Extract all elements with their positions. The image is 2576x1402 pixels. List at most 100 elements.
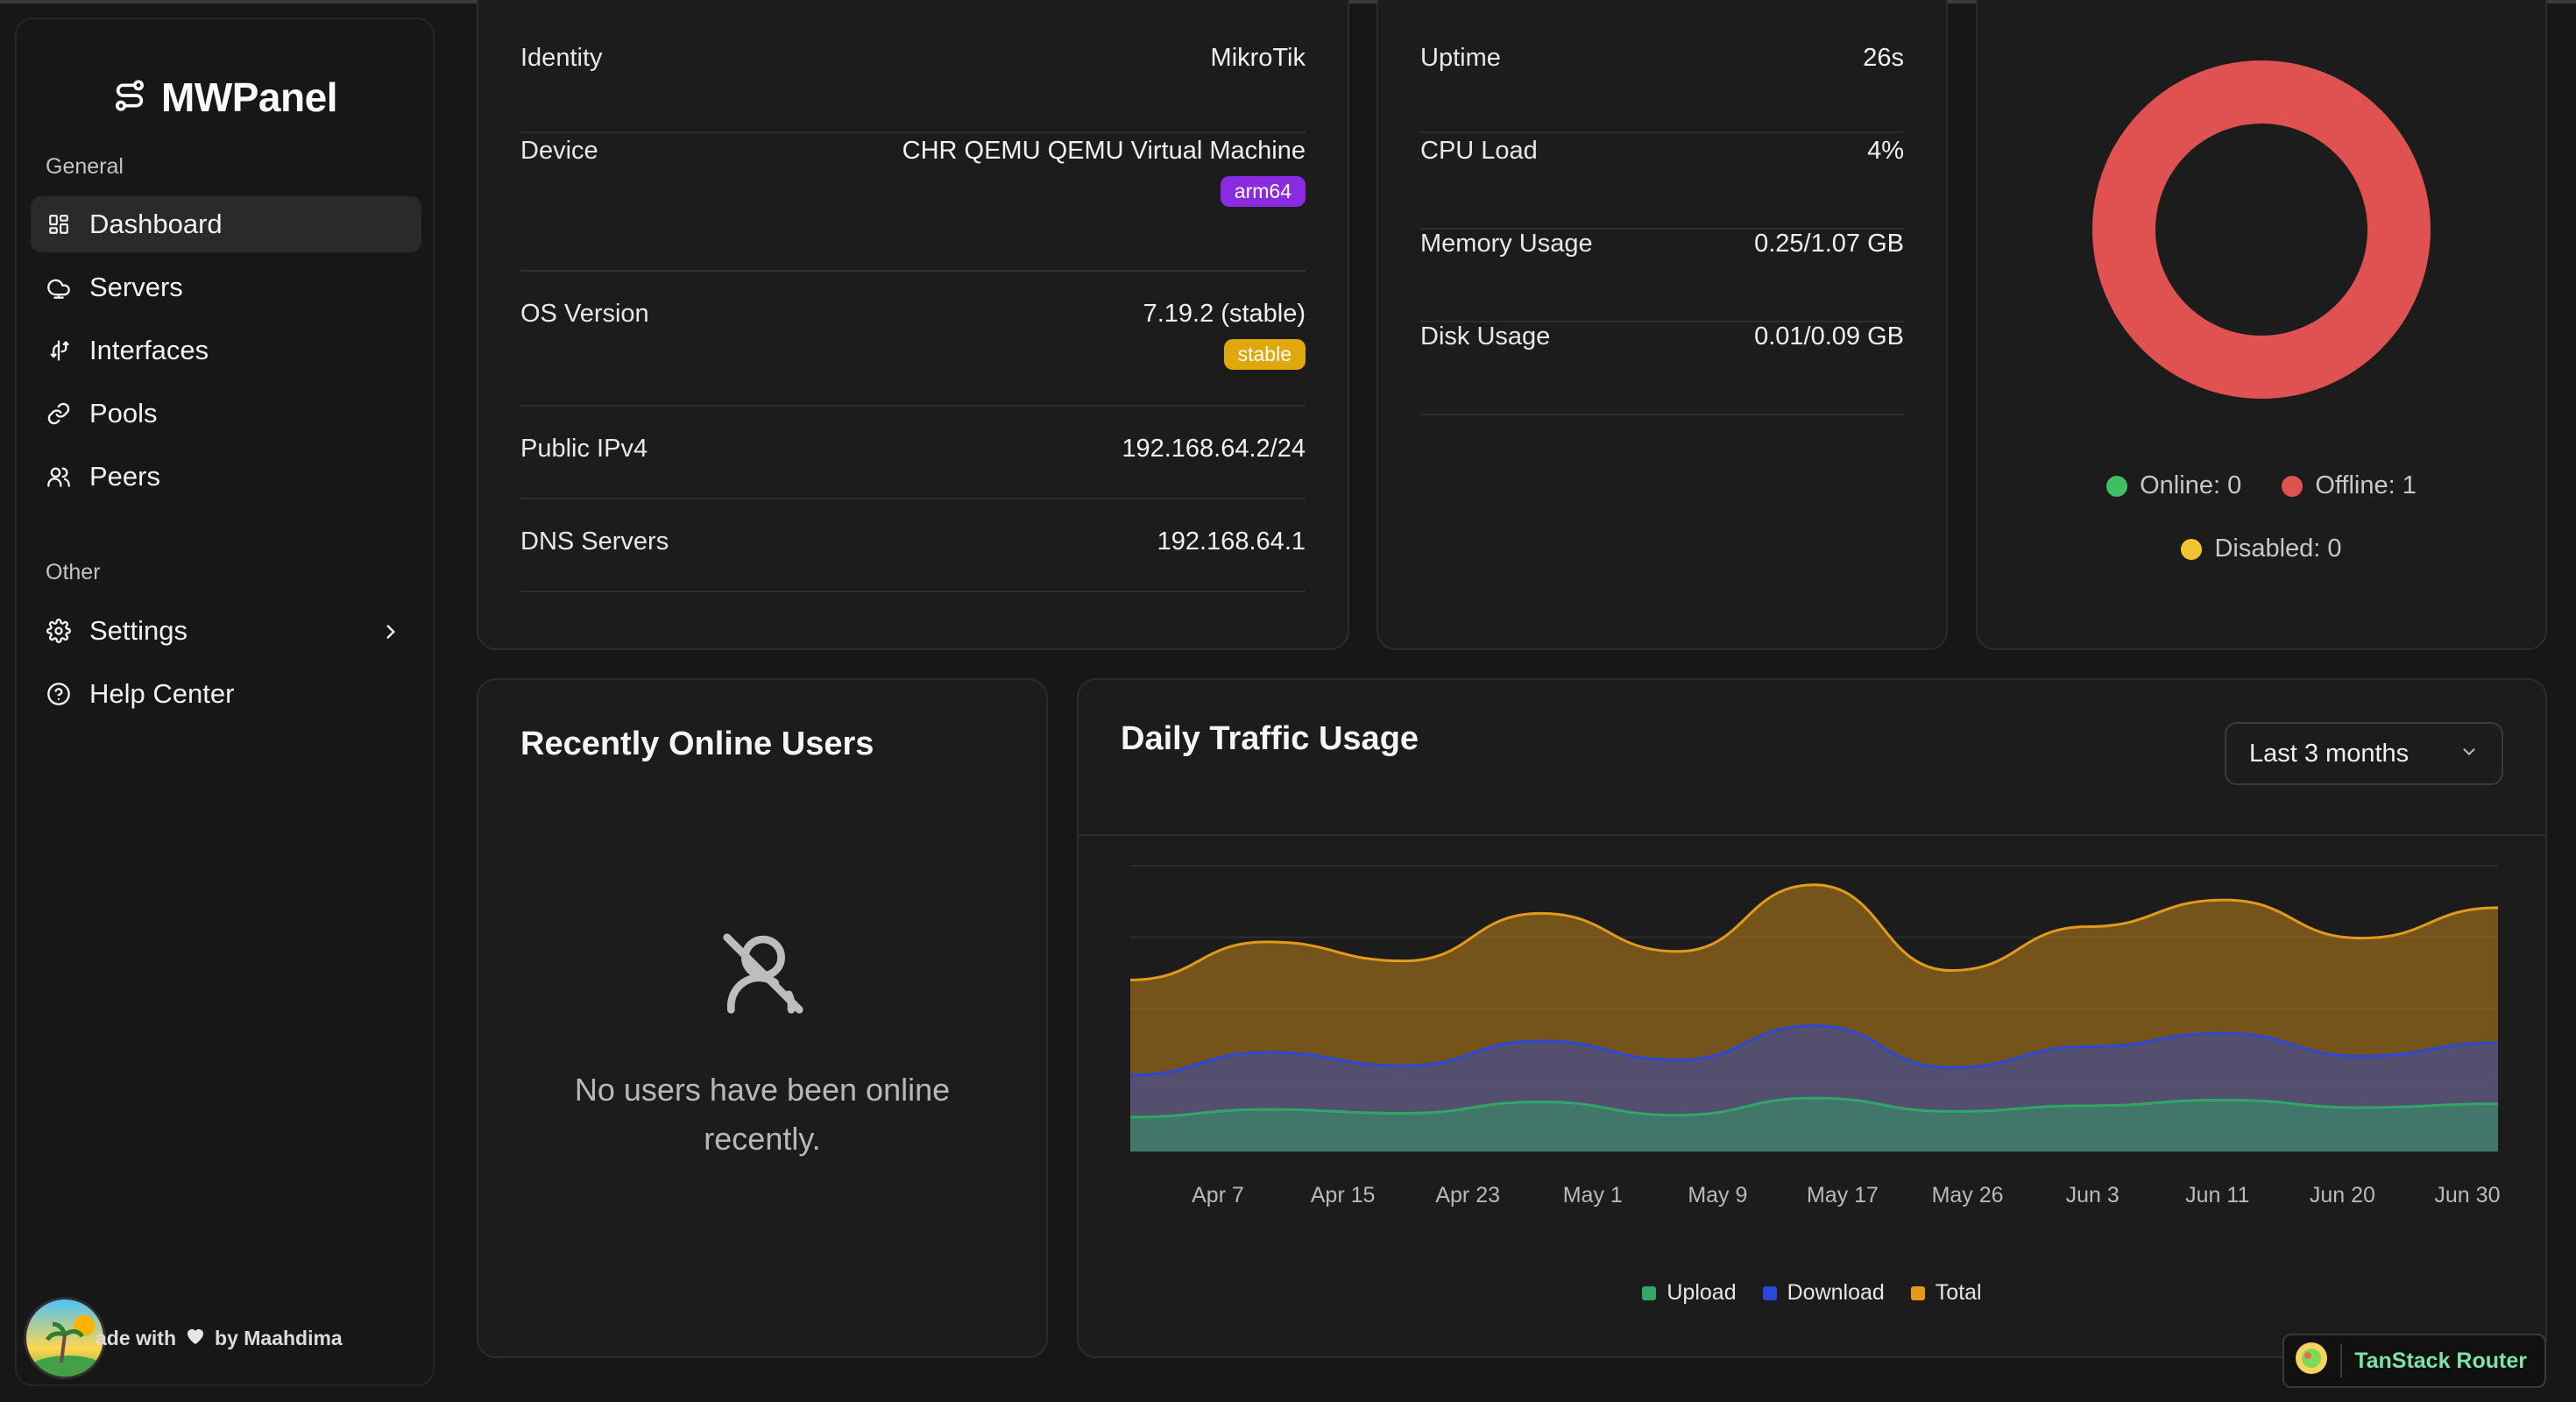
chevron-down-icon	[2459, 740, 2479, 768]
group-label-general: General	[46, 154, 124, 179]
row-label: OS Version	[520, 300, 649, 328]
sidebar-item-label: Dashboard	[89, 209, 223, 239]
offline-dot-icon	[2282, 476, 2304, 498]
online-dot-icon	[2106, 476, 2128, 498]
row-value: CHR QEMU QEMU Virtual Machine	[902, 137, 1306, 165]
x-tick-label: Jun 3	[2066, 1183, 2120, 1207]
sidebar-item-dashboard[interactable]: Dashboard	[31, 196, 421, 252]
card-divider	[1079, 834, 2545, 836]
row-label: Public IPv4	[520, 435, 648, 463]
tanstack-router-devtools-button[interactable]: TanStack Router	[2282, 1334, 2546, 1388]
info-row-device: Device CHR QEMU QEMU Virtual Machine arm…	[520, 137, 1306, 272]
status-legend-row-1: Online: 0 Offline: 1	[1978, 471, 2545, 500]
sidebar-item-settings[interactable]: Settings	[31, 603, 421, 659]
info-row-public-ipv4: Public IPv4 192.168.64.2/24	[520, 407, 1306, 499]
resource-row-cpu-load: CPU Load 4%	[1420, 137, 1904, 230]
card-title: Recently Online Users	[520, 726, 874, 762]
range-select-value: Last 3 months	[2249, 739, 2410, 768]
online-count: Online: 0	[2140, 471, 2242, 499]
credit-prefix: ade with	[96, 1326, 177, 1349]
sidebar-item-label: Servers	[89, 272, 183, 302]
route-icon	[46, 337, 72, 364]
sidebar: MWPanel General Dashboard Servers Interf…	[15, 18, 435, 1386]
footer-credit: ade with by Maahdima	[24, 1297, 343, 1379]
sidebar-item-peers[interactable]: Peers	[31, 449, 421, 505]
info-row-dns-servers: DNS Servers 192.168.64.1	[520, 499, 1306, 592]
info-row-os-version: OS Version 7.19.2 (stable) stable	[520, 272, 1306, 407]
sidebar-item-label: Interfaces	[89, 335, 209, 365]
sidebar-item-servers[interactable]: Servers	[31, 259, 421, 315]
row-value: 0.01/0.09 GB	[1754, 322, 1904, 350]
disabled-count: Disabled: 0	[2214, 535, 2342, 563]
row-value: 192.168.64.2/24	[1122, 435, 1306, 463]
heart-icon	[185, 1326, 206, 1350]
router-info-card: Identity MikroTik Device CHR QEMU QEMU V…	[477, 0, 1349, 650]
x-tick-label: May 17	[1807, 1183, 1879, 1207]
channel-badge: stable	[1223, 339, 1306, 370]
info-row-identity: Identity MikroTik	[520, 44, 1306, 133]
separator	[2340, 1344, 2343, 1377]
x-tick-label: Jun 20	[2310, 1183, 2375, 1207]
users-icon	[46, 464, 72, 490]
legend-total[interactable]: Total	[1910, 1280, 1982, 1306]
x-tick-label: May 26	[1932, 1183, 2004, 1207]
cloud-icon	[46, 274, 72, 301]
dashboard-grid-icon	[46, 211, 72, 237]
resource-row-memory-usage: Memory Usage 0.25/1.07 GB	[1420, 230, 1904, 322]
row-label: Identity	[520, 44, 603, 72]
row-value: 192.168.64.1	[1157, 528, 1306, 556]
row-label: Memory Usage	[1420, 230, 1593, 258]
credit-author[interactable]: by Maahdima	[215, 1327, 343, 1350]
daily-traffic-card: Daily Traffic Usage Last 3 months Apr 7A…	[1077, 678, 2547, 1358]
offline-slice	[2092, 60, 2431, 399]
logo-icon	[112, 78, 147, 117]
sidebar-item-interfaces[interactable]: Interfaces	[31, 322, 421, 379]
range-select[interactable]: Last 3 months	[2225, 722, 2503, 785]
peer-status-card: Online: 0 Offline: 1 Disabled: 0	[1976, 0, 2547, 650]
x-tick-label: May 9	[1688, 1183, 1747, 1207]
row-value: 4%	[1867, 137, 1904, 165]
status-legend-row-2: Disabled: 0	[1978, 535, 2545, 563]
row-value: 7.19.2 (stable)	[1143, 300, 1306, 328]
x-tick-label: May 1	[1563, 1183, 1623, 1207]
avatar[interactable]	[24, 1297, 106, 1379]
brand[interactable]: MWPanel	[17, 74, 433, 121]
x-tick-label: Apr 15	[1311, 1183, 1376, 1207]
row-value: MikroTik	[1210, 44, 1306, 72]
legend-download[interactable]: Download	[1762, 1280, 1885, 1306]
x-tick-label: Jun 30	[2434, 1183, 2500, 1207]
sidebar-item-label: Help Center	[89, 678, 235, 709]
arch-badge: arm64	[1220, 176, 1306, 207]
sidebar-item-help-center[interactable]: Help Center	[31, 666, 421, 722]
group-label-other: Other	[46, 560, 101, 584]
empty-line-2: recently.	[704, 1121, 821, 1157]
link-icon	[46, 400, 72, 427]
sidebar-item-label: Settings	[89, 615, 188, 646]
offline-count: Offline: 1	[2315, 471, 2417, 499]
empty-line-1: No users have been online	[574, 1072, 951, 1108]
row-label: DNS Servers	[520, 528, 669, 556]
help-circle-icon	[46, 681, 72, 707]
x-tick-label: Apr 7	[1192, 1183, 1244, 1207]
sidebar-item-label: Pools	[89, 398, 158, 428]
resource-row-disk-usage: Disk Usage 0.01/0.09 GB	[1420, 322, 1904, 415]
x-tick-label: Apr 23	[1435, 1183, 1500, 1207]
row-value: 0.25/1.07 GB	[1754, 230, 1904, 258]
chevron-right-icon	[379, 619, 402, 650]
system-resources-card: Uptime 26s CPU Load 4% Memory Usage 0.25…	[1376, 0, 1948, 650]
x-tick-label: Jun 11	[2185, 1183, 2249, 1207]
legend-upload[interactable]: Upload	[1642, 1280, 1737, 1306]
traffic-area-chart: Apr 7 Apr 15 Apr 23 May 1 May 9 May 17 May 26 J…	[1129, 865, 2500, 1207]
status-donut-chart	[2092, 60, 2431, 399]
disabled-dot-icon	[2181, 539, 2203, 561]
chart-legend: Upload Download Total	[1079, 1280, 2545, 1306]
resource-row-uptime: Uptime 26s	[1420, 44, 1904, 133]
card-title: Daily Traffic Usage	[1121, 720, 1419, 757]
devtools-label: TanStack Router	[2354, 1348, 2527, 1373]
row-label: Uptime	[1420, 44, 1501, 72]
row-value: 26s	[1863, 44, 1904, 72]
row-label: Disk Usage	[1420, 322, 1551, 350]
brand-name: MWPanel	[161, 74, 337, 120]
sidebar-item-pools[interactable]: Pools	[31, 386, 421, 442]
sidebar-item-label: Peers	[89, 461, 160, 492]
